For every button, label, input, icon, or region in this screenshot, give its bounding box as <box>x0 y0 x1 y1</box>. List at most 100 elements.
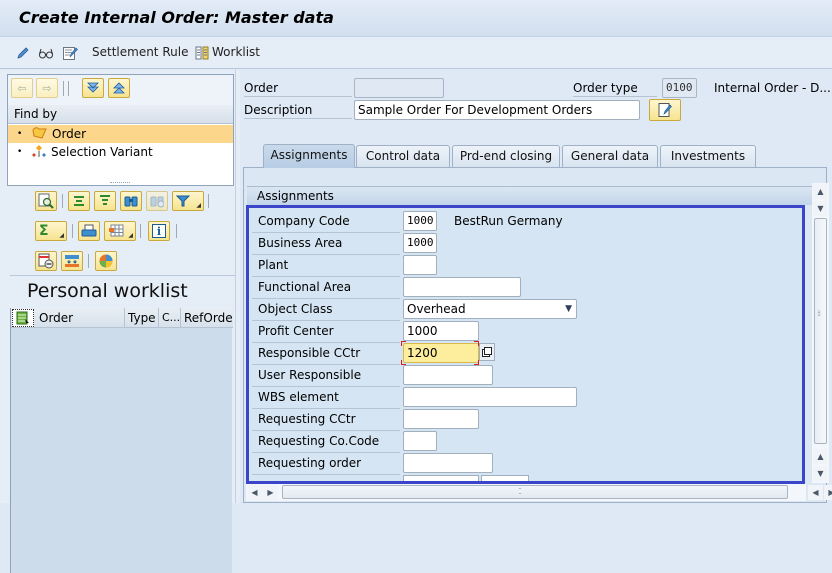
responsible-cctr-field[interactable]: 1200 <box>403 343 479 363</box>
sum-icon[interactable]: Σ <box>35 221 67 241</box>
details-icon[interactable] <box>35 191 57 211</box>
order-icon <box>31 126 49 142</box>
scroll-up-icon[interactable]: ▲ <box>813 184 828 199</box>
vertical-scroll-thumb[interactable]: ⁞⁞ <box>814 218 827 444</box>
horizontal-scroll-buttons: ◀ ▶ <box>806 484 832 501</box>
pencil-icon[interactable] <box>15 45 31 61</box>
divider <box>252 298 400 299</box>
horizontal-scroll-thumb[interactable]: ⁚⁚ <box>282 485 788 499</box>
scroll-left-icon[interactable]: ◀ <box>808 485 823 500</box>
user-responsible-label: User Responsible <box>258 368 362 382</box>
long-text-button[interactable] <box>649 99 681 121</box>
tab-general-data[interactable]: General data <box>562 145 658 167</box>
worklist-table: Order Type C... RefOrder <box>10 308 233 573</box>
find-icon[interactable] <box>120 191 142 211</box>
scroll-right-icon[interactable]: ▶ <box>263 485 278 500</box>
functional-area-field[interactable] <box>403 277 521 297</box>
tree-item-label: Order <box>52 127 87 141</box>
requesting-order-label: Requesting order <box>258 456 362 470</box>
value-help-button[interactable] <box>479 343 495 361</box>
profit-center-label: Profit Center <box>258 324 334 338</box>
worklist-table-header: Order Type C... RefOrder <box>11 308 233 328</box>
chart-icon[interactable] <box>95 251 117 271</box>
separator <box>208 194 209 208</box>
profit-center-field[interactable]: 1000 <box>403 321 479 341</box>
assignments-group: Company Code 1000 BestRun Germany Busine… <box>246 205 805 484</box>
select-layout-icon[interactable] <box>12 309 34 327</box>
company-code-description: BestRun Germany <box>454 214 563 228</box>
horizontal-scrollbar[interactable]: ◀ ▶ ⁚⁚ <box>246 484 806 501</box>
business-area-field[interactable]: 1000 <box>403 233 437 253</box>
left-panel: ⇦ ⇨ Find by • Order • Selection Variant <box>0 70 240 573</box>
align-icon[interactable] <box>68 191 90 211</box>
worklist-icon[interactable] <box>194 45 210 61</box>
divider <box>252 320 400 321</box>
divider <box>252 342 400 343</box>
requesting-co-code-field[interactable] <box>403 431 437 451</box>
object-class-select[interactable]: Overhead ▼ <box>403 299 577 319</box>
print-icon[interactable] <box>78 221 100 241</box>
business-area-label: Business Area <box>258 236 343 250</box>
requesting-cctr-label: Requesting CCtr <box>258 412 356 426</box>
requesting-cctr-field[interactable] <box>403 409 479 429</box>
scroll-down-icon[interactable]: ▼ <box>813 201 828 216</box>
worklist-title: Personal worklist <box>27 280 188 302</box>
separator <box>72 224 73 238</box>
edit-document-icon[interactable] <box>62 45 78 61</box>
divider <box>252 452 400 453</box>
divider <box>10 275 235 276</box>
order-label: Order <box>244 81 352 97</box>
wbs-element-label: WBS element <box>258 390 339 404</box>
export-icon[interactable] <box>61 251 83 271</box>
scroll-down-icon[interactable]: ▼ <box>813 466 828 481</box>
scroll-left-icon[interactable]: ◀ <box>247 485 262 500</box>
divider <box>252 232 400 233</box>
main-area: Order Order type 0100 Internal Order - D… <box>240 70 832 503</box>
column-header-c[interactable]: C... <box>159 308 181 328</box>
separator <box>62 194 63 208</box>
tab-control-data[interactable]: Control data <box>356 145 450 167</box>
description-label: Description <box>244 103 352 119</box>
collapse-all-icon[interactable] <box>108 78 130 98</box>
tab-assignments[interactable]: Assignments <box>263 144 355 168</box>
forward-arrow-icon[interactable]: ⇨ <box>36 78 58 98</box>
scroll-up-icon[interactable]: ▲ <box>813 449 828 464</box>
separator <box>176 224 177 238</box>
order-type-description: Internal Order - D... <box>714 81 831 95</box>
divider <box>252 430 400 431</box>
glasses-icon[interactable] <box>38 45 54 61</box>
vertical-scrollbar[interactable]: ▲ ▼ ⁞⁞ ▲ ▼ <box>812 183 829 483</box>
plant-label: Plant <box>258 258 289 272</box>
plant-field[interactable] <box>403 255 437 275</box>
column-header-order[interactable]: Order <box>36 308 125 328</box>
back-arrow-icon[interactable]: ⇦ <box>11 78 33 98</box>
description-field[interactable]: Sample Order For Development Orders <box>354 100 640 120</box>
filter-icon[interactable] <box>172 191 204 211</box>
requesting-order-field[interactable] <box>403 453 493 473</box>
expand-all-icon[interactable] <box>82 78 104 98</box>
tree-item-order[interactable]: • Order <box>8 125 233 143</box>
tab-investments[interactable]: Investments <box>660 145 756 167</box>
info-icon[interactable]: i <box>148 221 170 241</box>
wbs-element-field[interactable] <box>403 387 577 407</box>
divider <box>252 364 400 365</box>
column-header-type[interactable]: Type <box>125 308 159 328</box>
divider <box>252 474 400 475</box>
user-responsible-field[interactable] <box>403 365 493 385</box>
tree-item-selection-variant[interactable]: • Selection Variant <box>8 143 233 161</box>
settlement-rule-button[interactable]: Settlement Rule <box>92 45 188 59</box>
layout-icon[interactable] <box>104 221 136 241</box>
column-header-reforder[interactable]: RefOrder <box>181 308 233 328</box>
chevron-down-icon: ▼ <box>565 304 572 314</box>
horizontal-splitter[interactable] <box>110 182 130 185</box>
company-code-field[interactable]: 1000 <box>403 211 437 231</box>
edit-text-icon <box>658 103 672 117</box>
delete-row-icon[interactable] <box>35 251 57 271</box>
company-code-label: Company Code <box>258 214 350 228</box>
find-next-icon[interactable] <box>146 191 168 211</box>
scroll-right-icon[interactable]: ▶ <box>824 485 832 500</box>
worklist-button[interactable]: Worklist <box>212 45 260 59</box>
tab-prd-end-closing[interactable]: Prd-end closing <box>452 145 560 167</box>
order-type-label: Order type <box>573 81 657 97</box>
filter-align-icon[interactable] <box>94 191 116 211</box>
